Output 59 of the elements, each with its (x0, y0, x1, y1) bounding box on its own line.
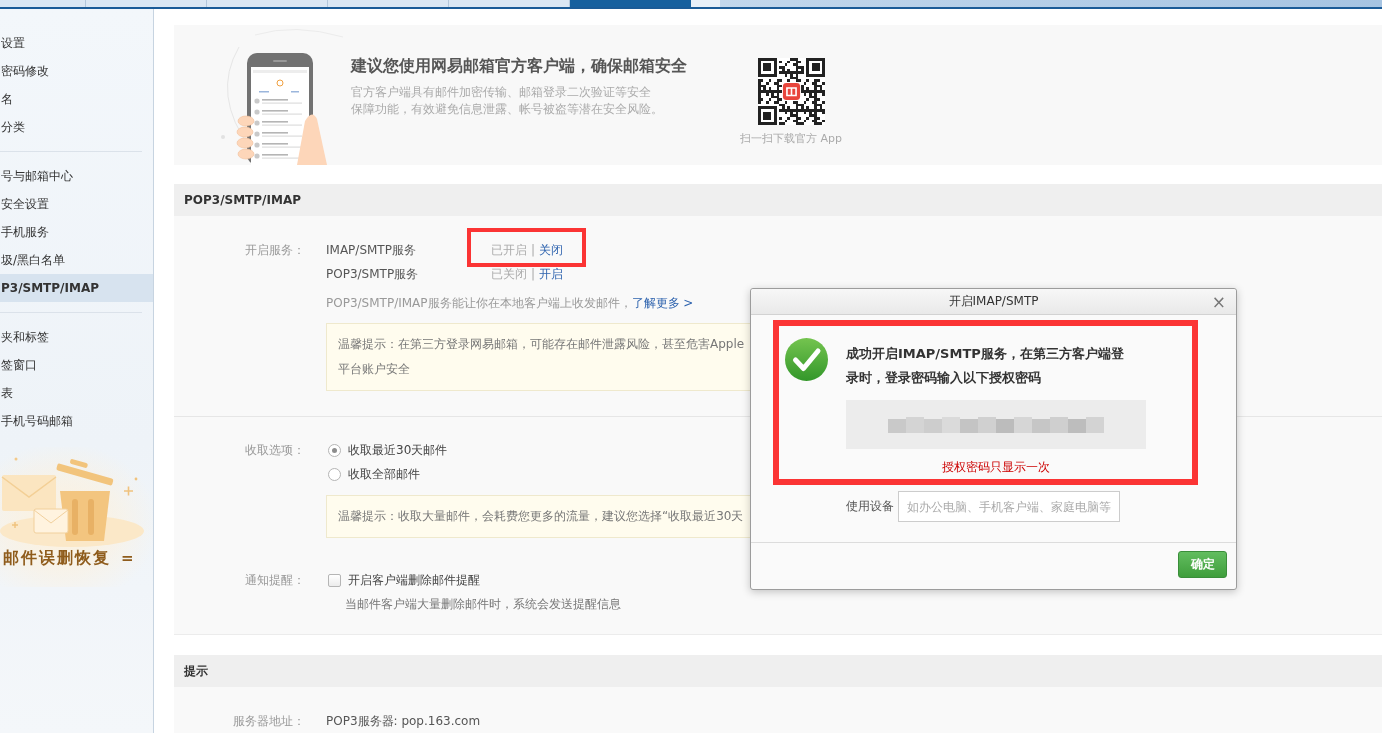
promo-title: 邮件误删恢复 (3, 547, 111, 569)
nav-tab[interactable] (449, 0, 570, 7)
service-description: POP3/SMTP/IMAP服务能让你在本地客户端上收发邮件， (326, 295, 632, 312)
success-check-icon (785, 338, 828, 381)
success-message: 成功开启IMAP/SMTP服务，在第三方客户端登录时，登录密码输入以下授权密码 (846, 345, 1125, 387)
learn-more-link[interactable]: 了解更多 > (631, 291, 694, 315)
close-button[interactable]: × (1211, 292, 1226, 311)
toggle-link[interactable]: 关闭 (539, 238, 564, 262)
checkbox-label: 开启客户端删除邮件提醒 (348, 571, 480, 589)
sidebar-item[interactable]: 手机服务 (0, 218, 153, 246)
section-header: 提示 (174, 655, 1382, 687)
nav-tab[interactable] (328, 0, 449, 7)
dialog-title: 开启IMAP/SMTP (948, 293, 1039, 310)
banner-description: 保障功能，有效避免信息泄露、帐号被盗等潜在安全风险。 (351, 101, 663, 118)
radio-button[interactable] (328, 467, 341, 481)
device-input[interactable]: 如办公电脑、手机客户端、家庭电脑等 (898, 491, 1120, 522)
notice-text: 温馨提示：在第三方登录网易邮箱，可能存在邮件泄露风险，甚至危害Apple (338, 336, 745, 353)
sidebar-item[interactable]: 夹和标签 (0, 323, 153, 351)
banner-description: 官方客户端具有邮件加密传输、邮箱登录二次验证等安全 (351, 84, 651, 101)
server-address: POP3服务器: pop.163.com (326, 713, 482, 730)
checkbox[interactable] (328, 573, 341, 587)
sidebar-item[interactable]: P3/SMTP/IMAP (0, 274, 153, 302)
promo-mark: = (121, 549, 134, 567)
separator-mark: | (531, 242, 536, 259)
sidebar-item[interactable]: 安全设置 (0, 190, 153, 218)
hint-text: 当邮件客户端大量删除邮件时，系统会发送提醒信息 (345, 596, 621, 613)
qr-code-drawing (757, 58, 825, 125)
radio-label: 收取全部邮件 (348, 465, 420, 483)
service-name: IMAP/SMTP服务 (326, 242, 417, 259)
separator-mark: | (531, 266, 536, 283)
sidebar-item[interactable]: 设置 (0, 29, 153, 57)
warning-text: 授权密码只显示一次 (942, 459, 1050, 476)
device-label: 使用设备 (846, 498, 894, 515)
field-label: 收取选项： (245, 442, 305, 459)
sidebar-item[interactable]: 分类 (0, 113, 153, 141)
sidebar-item[interactable]: 名 (0, 85, 153, 113)
toggle-link[interactable]: 开启 (539, 262, 564, 286)
banner-title: 建议您使用网易邮箱官方客户端，确保邮箱安全 (351, 56, 687, 76)
service-name: POP3/SMTP服务 (326, 266, 420, 283)
nav-tab[interactable] (0, 0, 86, 7)
service-status: 已关闭 (491, 266, 527, 283)
field-label: 开启服务： (245, 242, 305, 259)
sidebar-item[interactable]: 表 (0, 379, 153, 407)
nav-tab[interactable] (570, 0, 691, 7)
service-status: 已开启 (491, 242, 527, 259)
sidebar-item[interactable]: 圾/黑白名单 (0, 246, 153, 274)
section-header: POP3/SMTP/IMAP (174, 184, 1382, 216)
radio-label: 收取最近30天邮件 (348, 441, 448, 459)
nav-tab[interactable] (207, 0, 328, 7)
sidebar-item[interactable]: 密码修改 (0, 57, 153, 85)
radio-button[interactable] (328, 443, 341, 457)
field-label: 通知提醒： (245, 572, 305, 589)
notice-text: 平台账户安全 (338, 361, 410, 378)
sidebar-item[interactable]: 签窗口 (0, 351, 153, 379)
field-label: 服务器地址： (233, 713, 305, 730)
nav-tab[interactable] (86, 0, 207, 7)
notice-text: 温馨提示：收取大量邮件，会耗费您更多的流量，建议您选择“收取最近30天 (338, 508, 744, 525)
sidebar-item[interactable]: 号与邮箱中心 (0, 162, 153, 190)
sidebar-item[interactable]: 手机号码邮箱 (0, 407, 153, 435)
